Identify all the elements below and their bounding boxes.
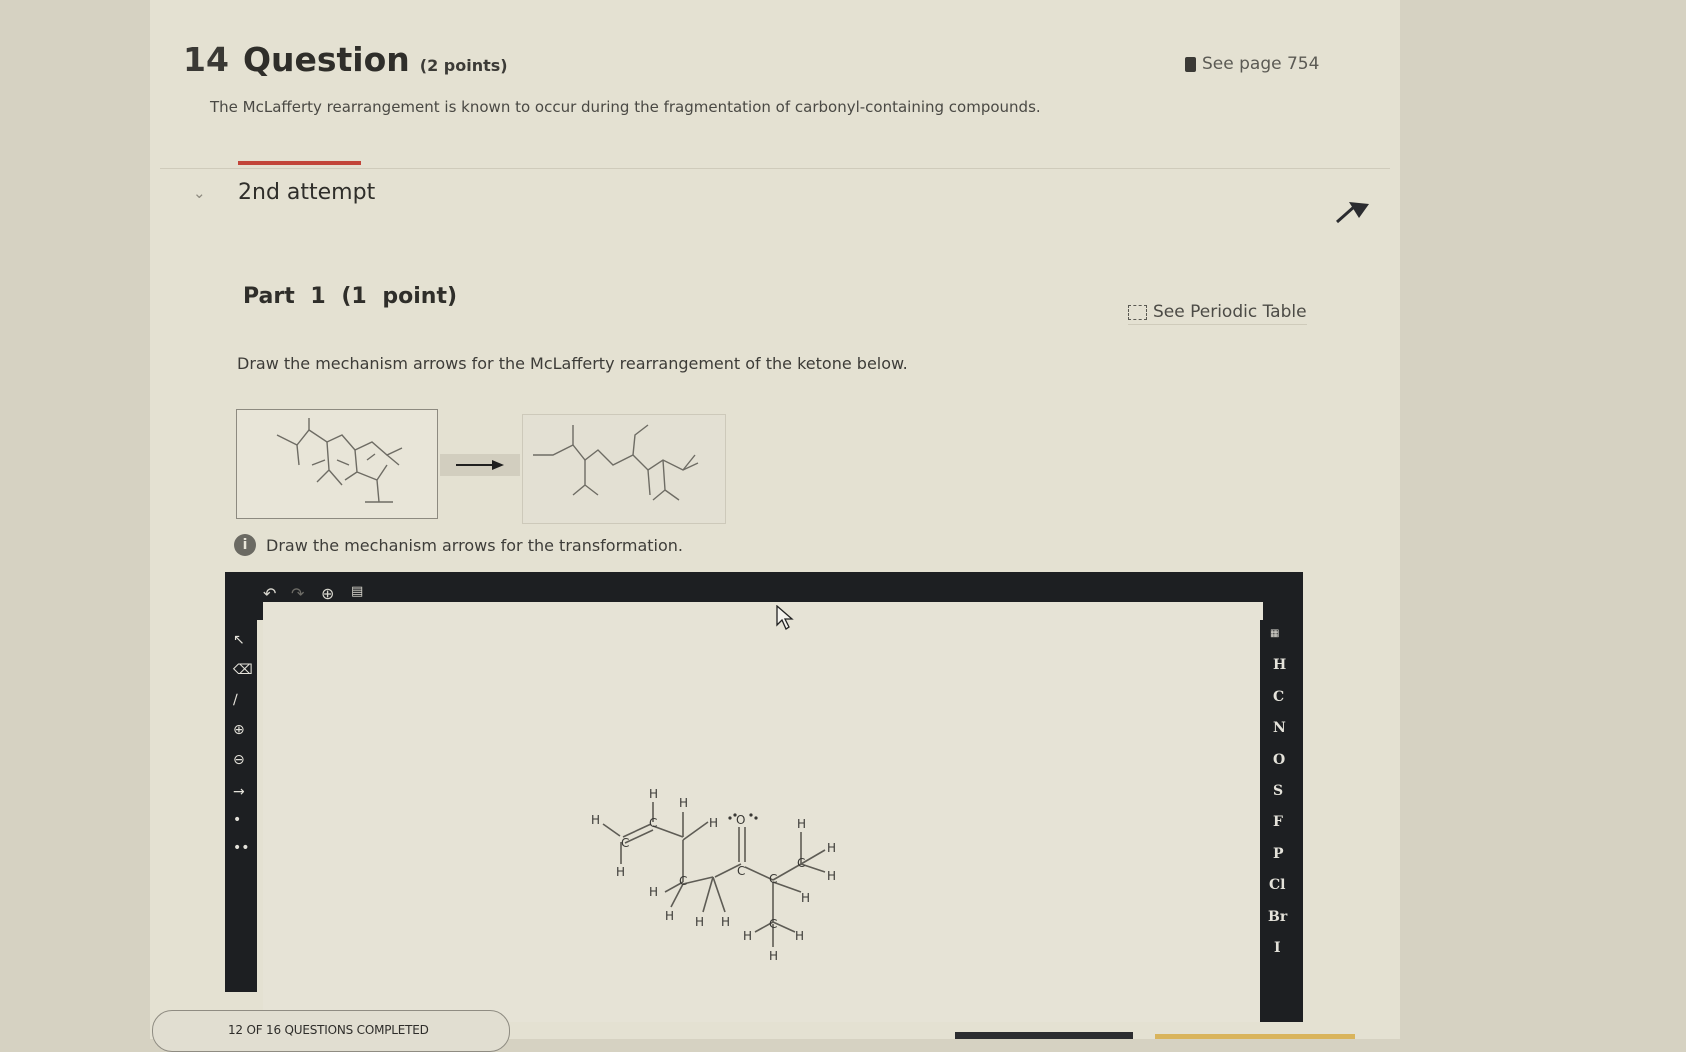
structure-editor[interactable]: □ ↶ ↷ ⊕ ▤ ↖ ⌫ ∕ ⊕ ⊖ → • •• xyxy=(225,572,1303,1022)
svg-text:H: H xyxy=(591,813,600,827)
info-text: Draw the mechanism arrows for the transf… xyxy=(266,535,684,555)
periodic-table-link[interactable]: See Periodic Table xyxy=(1128,302,1307,325)
question-title: Question xyxy=(242,40,410,79)
svg-text:H: H xyxy=(649,787,658,801)
svg-text:H: H xyxy=(665,909,674,923)
product-thumbnail[interactable] xyxy=(522,414,1066,844)
svg-text:H: H xyxy=(721,915,730,929)
svg-text:H: H xyxy=(795,929,804,943)
nav-bar-dark[interactable] xyxy=(955,1032,1133,1039)
svg-text:C: C xyxy=(769,917,777,931)
element-o[interactable]: O xyxy=(1273,752,1285,768)
svg-text:H: H xyxy=(769,949,778,963)
negative-charge-icon[interactable]: ⊖ xyxy=(233,752,245,768)
pin-icon[interactable] xyxy=(1335,198,1371,224)
svg-text:H: H xyxy=(797,817,806,831)
reactant-thumbnail[interactable]: i xyxy=(236,409,492,920)
element-c[interactable]: C xyxy=(1273,689,1284,705)
svg-text:H: H xyxy=(827,841,836,855)
reactant-structure-image xyxy=(276,418,403,503)
periodic-table-label: See Periodic Table xyxy=(1153,302,1307,322)
svg-text:O: O xyxy=(736,813,745,827)
attempt-tab-indicator xyxy=(238,161,361,165)
book-icon xyxy=(1185,56,1196,72)
bond-tool-icon[interactable]: ∕ xyxy=(233,692,238,708)
reaction-arrow xyxy=(440,454,520,476)
svg-text:H: H xyxy=(827,869,836,883)
svg-text:C: C xyxy=(797,856,805,870)
ketone-structure[interactable]: H H C C H H H C H H H H C O C C H H H H xyxy=(263,602,1263,1022)
single-electron-icon[interactable]: • xyxy=(233,812,241,828)
see-page-label: See page 754 xyxy=(1202,54,1320,74)
attempt-label[interactable]: 2nd attempt xyxy=(238,180,375,205)
element-i[interactable]: I xyxy=(1274,940,1281,956)
chevron-down-icon[interactable]: ⌄ xyxy=(193,184,206,202)
element-s[interactable]: S xyxy=(1273,783,1283,799)
info-icon: i xyxy=(234,534,256,556)
radical-arrow-icon[interactable]: → xyxy=(233,784,245,800)
svg-text:H: H xyxy=(709,816,718,830)
svg-text:C: C xyxy=(769,872,777,886)
periodic-table-icon xyxy=(1128,304,1147,320)
question-intro: The McLafferty rearrangement is known to… xyxy=(210,98,1041,116)
question-points: (2 points) xyxy=(419,56,508,75)
question-number: 14 xyxy=(183,40,229,79)
svg-text:C: C xyxy=(621,836,629,850)
positive-charge-icon[interactable]: ⊕ xyxy=(233,722,245,738)
svg-text:H: H xyxy=(679,796,688,810)
undo-icon[interactable]: ↶ xyxy=(263,584,276,603)
svg-text:H: H xyxy=(695,915,704,929)
svg-text:C: C xyxy=(679,874,687,888)
element-cl[interactable]: Cl xyxy=(1269,877,1285,893)
svg-text:C: C xyxy=(649,816,657,830)
progress-text: 12 OF 16 QUESTIONS COMPLETED xyxy=(228,1023,429,1037)
svg-text:H: H xyxy=(801,891,810,905)
part-title: Part 1 (1 point) xyxy=(243,284,458,309)
template-icon[interactable]: ▤ xyxy=(351,584,363,599)
svg-text:C: C xyxy=(737,864,745,878)
section-divider xyxy=(160,168,1390,169)
zoom-icon[interactable]: ⊕ xyxy=(321,584,334,603)
part-prompt: Draw the mechanism arrows for the McLaff… xyxy=(237,354,908,373)
element-f[interactable]: F xyxy=(1273,814,1283,830)
svg-text:H: H xyxy=(649,885,658,899)
mouse-cursor-icon xyxy=(776,605,794,630)
lone-pair-icon[interactable]: •• xyxy=(233,840,250,856)
product-structure-image xyxy=(533,424,699,501)
editor-left-toolbar: ↖ ⌫ ∕ ⊕ ⊖ → • •• xyxy=(225,572,257,992)
element-n[interactable]: N xyxy=(1273,720,1286,736)
svg-text:H: H xyxy=(743,929,752,943)
see-page-link[interactable]: See page 754 xyxy=(1185,54,1319,74)
nav-bar-accent[interactable] xyxy=(1155,1034,1355,1039)
element-p[interactable]: P xyxy=(1273,846,1284,862)
question-header: 14 Question (2 points) xyxy=(183,40,508,79)
select-tool-icon[interactable]: ↖ xyxy=(233,632,245,648)
info-message: i Draw the mechanism arrows for the tran… xyxy=(234,534,683,556)
periodic-picker-icon[interactable]: ▦ xyxy=(1270,628,1279,639)
drawing-canvas[interactable]: H H C C H H H C H H H H C O C C H H H H xyxy=(263,602,1263,1022)
redo-icon[interactable]: ↷ xyxy=(291,584,304,603)
element-br[interactable]: Br xyxy=(1268,909,1287,925)
eraser-icon[interactable]: ⌫ xyxy=(233,662,253,678)
element-h[interactable]: H xyxy=(1273,657,1286,673)
svg-text:H: H xyxy=(616,865,625,879)
